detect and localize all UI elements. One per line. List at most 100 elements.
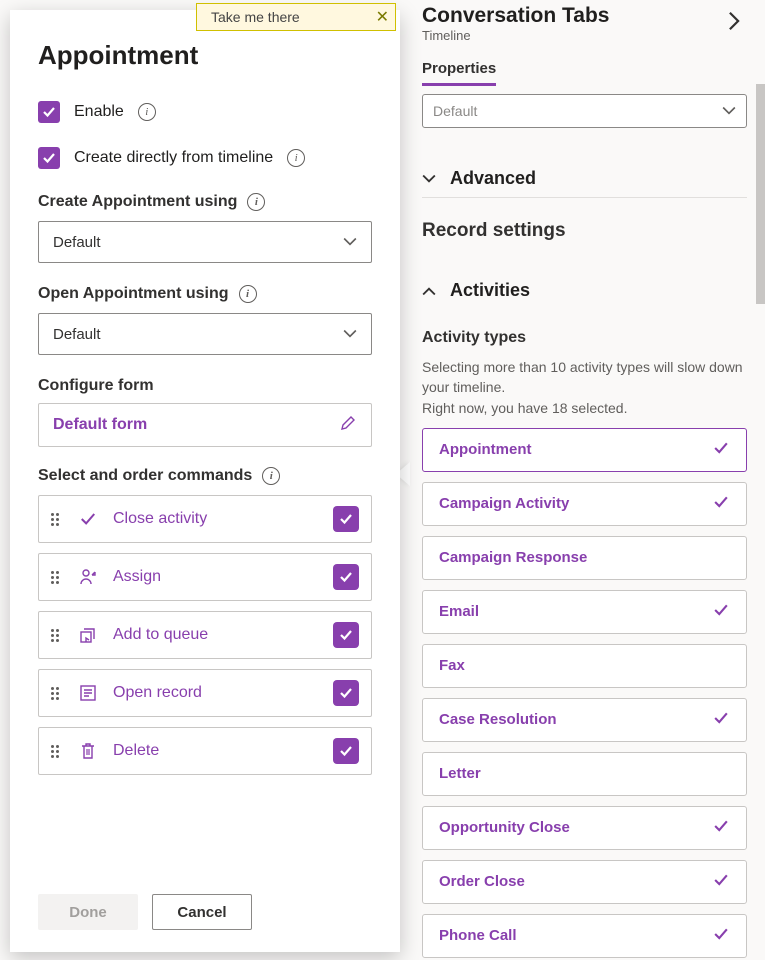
activity-type-item[interactable]: Email [422, 590, 747, 634]
command-checkbox[interactable] [333, 622, 359, 648]
command-row[interactable]: Open record [38, 669, 372, 717]
command-checkbox[interactable] [333, 680, 359, 706]
default-form-row[interactable]: Default form [38, 403, 372, 447]
open-icon [77, 683, 99, 703]
activity-type-label: Email [439, 603, 479, 620]
open-using-select[interactable]: Default [38, 313, 372, 355]
drag-handle-icon[interactable] [51, 687, 63, 700]
chevron-down-icon [343, 327, 357, 341]
record-settings-header: Record settings [422, 220, 747, 242]
activity-type-item[interactable]: Campaign Activity [422, 482, 747, 526]
check-icon [712, 601, 730, 622]
activity-type-item[interactable]: Letter [422, 752, 747, 796]
drag-handle-icon[interactable] [51, 513, 63, 526]
activity-type-label: Campaign Response [439, 549, 587, 566]
check-icon [712, 439, 730, 460]
queue-icon [77, 625, 99, 645]
activity-type-label: Phone Call [439, 927, 517, 944]
activity-type-label: Order Close [439, 873, 525, 890]
delete-icon [77, 741, 99, 761]
activity-type-label: Campaign Activity [439, 495, 569, 512]
tab-properties[interactable]: Properties [422, 60, 496, 86]
done-button[interactable]: Done [38, 894, 138, 930]
top-select-value: Default [433, 103, 477, 119]
command-row[interactable]: Close activity [38, 495, 372, 543]
commands-list: Close activity Assign Add to queue Open rec… [38, 495, 372, 775]
chevron-down-icon [722, 104, 736, 118]
command-checkbox[interactable] [333, 564, 359, 590]
activity-type-label: Appointment [439, 441, 531, 458]
configure-form-label: Configure form [38, 377, 154, 395]
pencil-icon[interactable] [339, 414, 357, 437]
properties-pane: Conversation Tabs Timeline Properties De… [404, 0, 765, 960]
chevron-down-icon [422, 172, 436, 186]
activity-type-item[interactable]: Appointment [422, 428, 747, 472]
create-using-value: Default [53, 234, 101, 251]
select-order-label: Select and order commands [38, 467, 252, 485]
open-using-value: Default [53, 326, 101, 343]
open-using-label: Open Appointment using [38, 285, 229, 303]
info-icon[interactable]: i [138, 103, 156, 121]
pane-subtitle: Timeline [422, 28, 609, 43]
command-label: Delete [113, 742, 319, 760]
section-advanced[interactable]: Advanced [422, 160, 747, 198]
section-activities[interactable]: Activities [422, 272, 747, 309]
tip-banner[interactable]: Take me there ✕ [196, 3, 396, 31]
help-text-2: Right now, you have 18 selected. [422, 398, 747, 418]
chevron-right-icon[interactable] [721, 4, 747, 44]
activities-label: Activities [450, 280, 530, 301]
activity-type-item[interactable]: Fax [422, 644, 747, 688]
command-row[interactable]: Add to queue [38, 611, 372, 659]
create-direct-label: Create directly from timeline [74, 149, 273, 167]
drag-handle-icon[interactable] [51, 745, 63, 758]
tip-text: Take me there [211, 9, 300, 25]
activity-type-item[interactable]: Campaign Response [422, 536, 747, 580]
assign-icon [77, 567, 99, 587]
activity-type-item[interactable]: Order Close [422, 860, 747, 904]
check-icon [712, 925, 730, 946]
activity-type-label: Letter [439, 765, 481, 782]
create-direct-checkbox[interactable] [38, 147, 60, 169]
drag-handle-icon[interactable] [51, 629, 63, 642]
command-label: Add to queue [113, 626, 319, 644]
default-form-label: Default form [53, 416, 147, 434]
activity-type-item[interactable]: Phone Call [422, 914, 747, 958]
command-label: Assign [113, 568, 319, 586]
activity-type-label: Fax [439, 657, 465, 674]
create-using-select[interactable]: Default [38, 221, 372, 263]
command-checkbox[interactable] [333, 738, 359, 764]
info-icon[interactable]: i [262, 467, 280, 485]
flyout-title: Appointment [38, 40, 372, 71]
create-using-label: Create Appointment using [38, 193, 237, 211]
cancel-button[interactable]: Cancel [152, 894, 252, 930]
advanced-label: Advanced [450, 168, 536, 189]
command-checkbox[interactable] [333, 506, 359, 532]
help-text-1: Selecting more than 10 activity types wi… [422, 357, 747, 398]
enable-label: Enable [74, 103, 124, 121]
scrollbar-thumb[interactable] [756, 84, 765, 304]
activity-type-label: Case Resolution [439, 711, 557, 728]
pane-title: Conversation Tabs [422, 4, 609, 28]
activity-types-label: Activity types [422, 329, 747, 347]
close-icon[interactable]: ✕ [376, 7, 389, 27]
drag-handle-icon[interactable] [51, 571, 63, 584]
check-icon [712, 871, 730, 892]
check-icon [712, 817, 730, 838]
enable-checkbox[interactable] [38, 101, 60, 123]
chevron-down-icon [343, 235, 357, 249]
chevron-up-icon [422, 284, 436, 298]
info-icon[interactable]: i [239, 285, 257, 303]
top-select[interactable]: Default [422, 94, 747, 128]
check-icon [712, 493, 730, 514]
info-icon[interactable]: i [287, 149, 305, 167]
command-row[interactable]: Delete [38, 727, 372, 775]
check-icon [712, 709, 730, 730]
appointment-flyout: Take me there ✕ Appointment Enable i Cre… [10, 10, 400, 952]
command-row[interactable]: Assign [38, 553, 372, 601]
info-icon[interactable]: i [247, 193, 265, 211]
activity-type-item[interactable]: Opportunity Close [422, 806, 747, 850]
activity-type-item[interactable]: Case Resolution [422, 698, 747, 742]
check-icon [77, 509, 99, 529]
activity-type-list: Appointment Campaign Activity Campaign Res… [422, 428, 747, 958]
command-label: Close activity [113, 510, 319, 528]
